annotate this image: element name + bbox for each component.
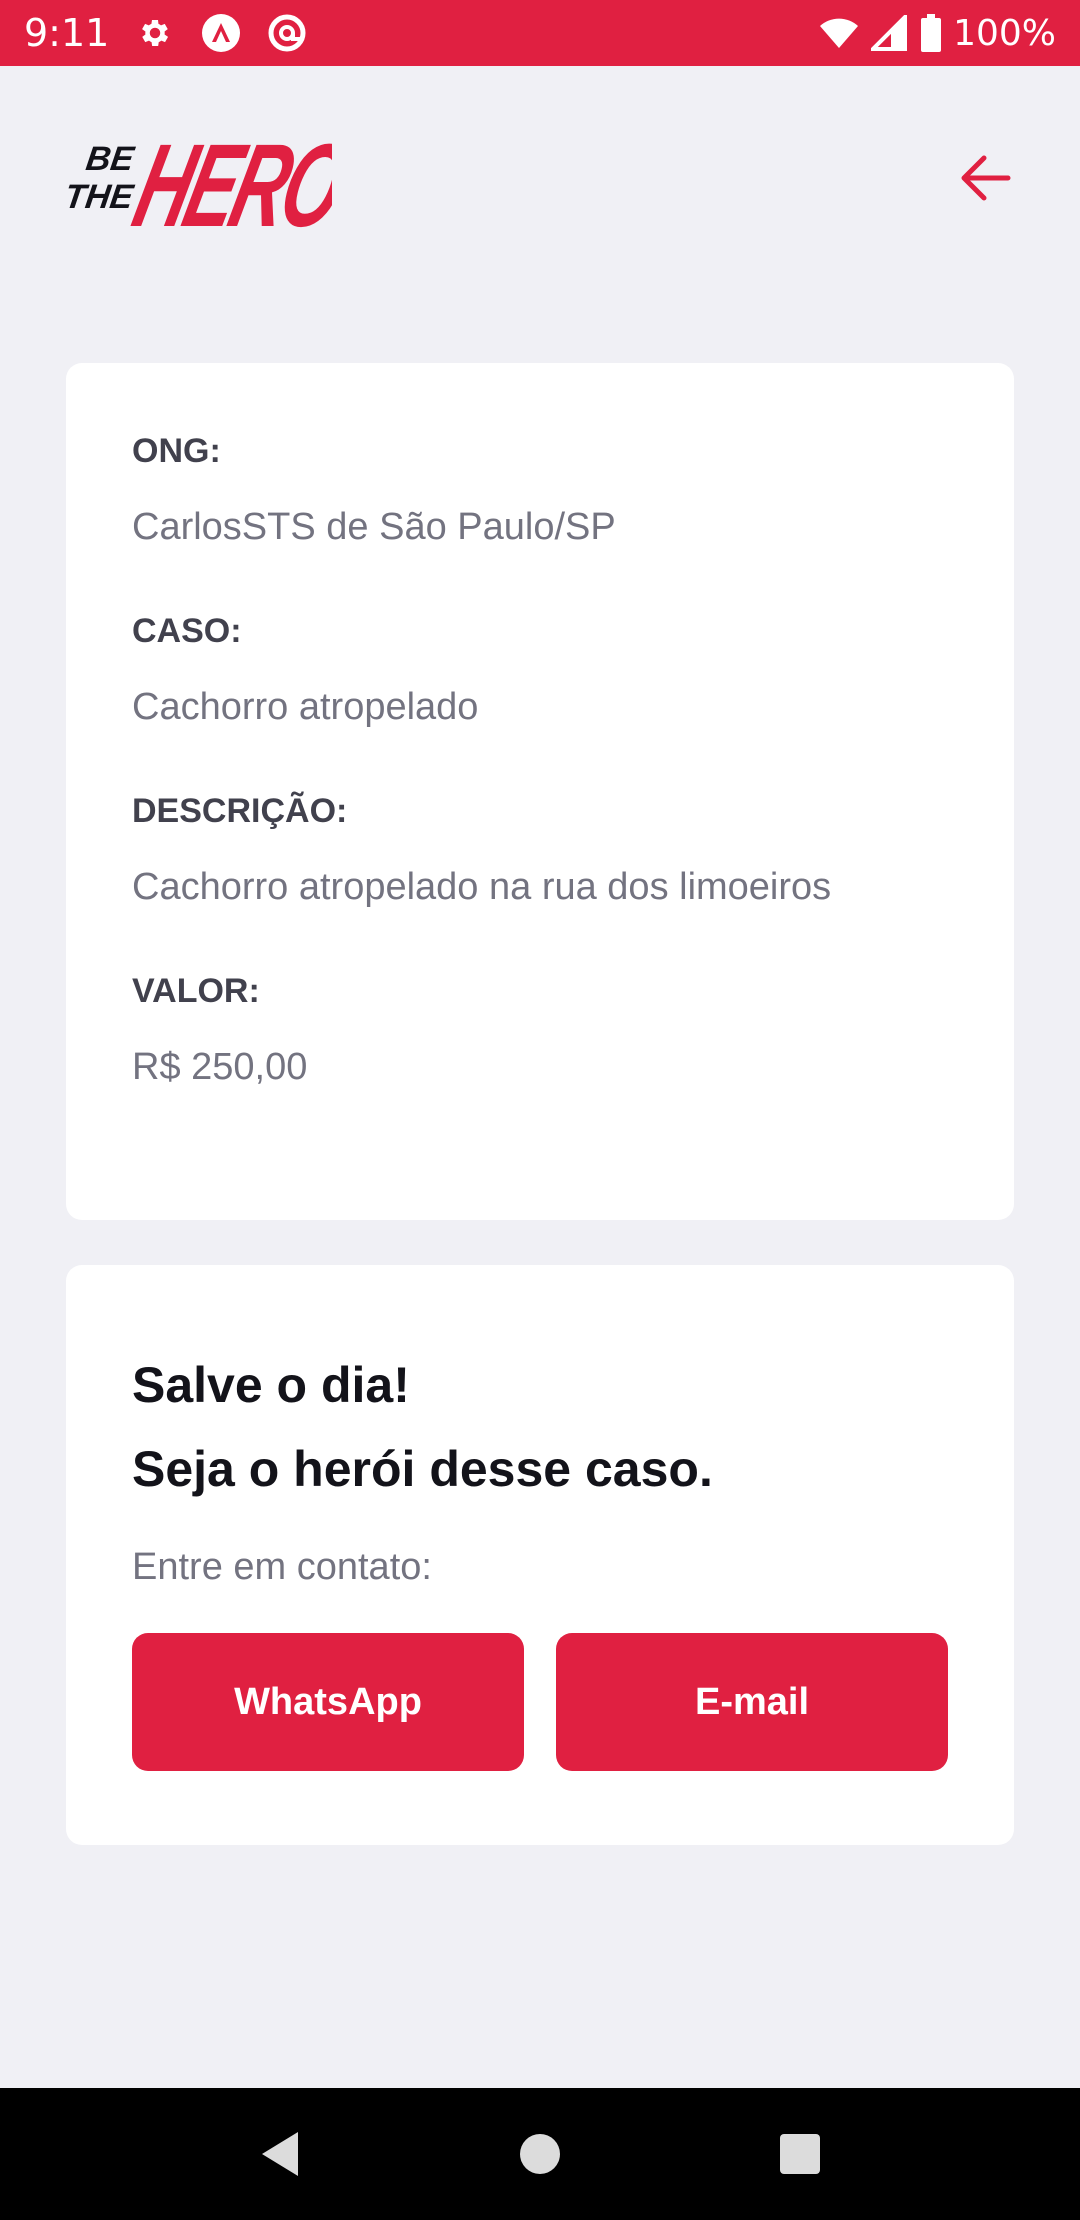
back-triangle-icon bbox=[262, 2132, 298, 2176]
incident-details-card: ONG: CarlosSTS de São Paulo/SP CASO: Cac… bbox=[66, 363, 1014, 1220]
svg-text:BE: BE bbox=[84, 140, 138, 178]
battery-percent: 100% bbox=[953, 12, 1056, 54]
status-bar: 9:11 100% bbox=[0, 0, 1080, 66]
back-button[interactable] bbox=[946, 138, 1026, 218]
svg-text:THE: THE bbox=[66, 178, 137, 216]
case-value: Cachorro atropelado bbox=[132, 686, 479, 728]
nav-home-button[interactable] bbox=[500, 2114, 580, 2194]
description-label: DESCRIÇÃO: bbox=[132, 792, 348, 830]
contact-title-line1: Salve o dia! bbox=[132, 1357, 410, 1413]
whatsapp-button[interactable]: WhatsApp bbox=[132, 1633, 524, 1771]
status-time: 9:11 bbox=[24, 11, 110, 55]
contact-buttons: WhatsApp E-mail bbox=[132, 1633, 948, 1771]
description-field: DESCRIÇÃO: Cachorro atropelado na rua do… bbox=[132, 789, 948, 913]
case-label: CASO: bbox=[132, 612, 242, 650]
wifi-icon bbox=[819, 13, 859, 53]
signal-icon bbox=[869, 13, 909, 53]
ong-label: ONG: bbox=[132, 432, 221, 470]
value-label: VALOR: bbox=[132, 972, 260, 1010]
ong-value: CarlosSTS de São Paulo/SP bbox=[132, 506, 616, 548]
app-icon bbox=[201, 13, 241, 53]
case-field: CASO: Cachorro atropelado bbox=[132, 609, 948, 733]
settings-icon bbox=[135, 13, 175, 53]
system-nav-bar bbox=[0, 2088, 1080, 2220]
arrow-left-icon bbox=[961, 155, 1011, 201]
nav-recents-button[interactable] bbox=[760, 2114, 840, 2194]
at-icon bbox=[267, 13, 307, 53]
contact-card: Salve o dia! Seja o herói desse caso. En… bbox=[66, 1265, 1014, 1845]
email-button[interactable]: E-mail bbox=[556, 1633, 948, 1771]
recents-square-icon bbox=[780, 2134, 820, 2174]
battery-icon bbox=[919, 13, 943, 53]
contact-title-line2: Seja o herói desse caso. bbox=[132, 1441, 713, 1497]
be-the-hero-logo: BE THE HERO bbox=[66, 121, 332, 238]
value-value: R$ 250,00 bbox=[132, 1046, 308, 1088]
home-circle-icon bbox=[520, 2134, 560, 2174]
status-left: 9:11 bbox=[24, 11, 307, 55]
status-right: 100% bbox=[819, 13, 1056, 54]
nav-back-button[interactable] bbox=[240, 2114, 320, 2194]
description-value: Cachorro atropelado na rua dos limoeiros bbox=[132, 866, 832, 908]
svg-text:HERO: HERO bbox=[123, 121, 332, 238]
header: BE THE HERO bbox=[66, 118, 1016, 238]
value-field: VALOR: R$ 250,00 bbox=[132, 969, 948, 1093]
contact-subtitle: Entre em contato: bbox=[132, 1546, 432, 1588]
ong-field: ONG: CarlosSTS de São Paulo/SP bbox=[132, 429, 948, 553]
